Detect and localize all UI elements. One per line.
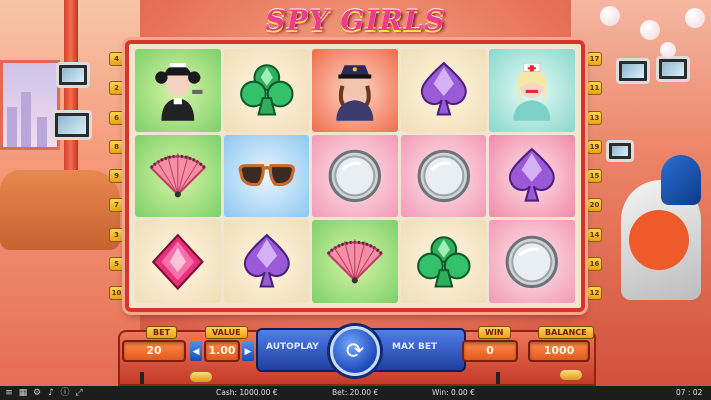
payline-number: 11 xyxy=(587,81,602,96)
sunglasses-icon xyxy=(224,135,310,218)
payline-number: 16 xyxy=(587,256,602,271)
egg-chair-seat xyxy=(629,210,689,270)
paytable-icon[interactable]: ▦ xyxy=(18,388,28,398)
purple-spade-gem-icon xyxy=(489,135,575,218)
payline-number: 8 xyxy=(109,139,124,154)
reel-cell xyxy=(223,220,310,303)
pink-fan-icon xyxy=(135,135,221,218)
settings-icon[interactable]: ⚙ xyxy=(32,388,42,398)
value-label: VALUE xyxy=(205,326,248,339)
payline-number: 17 xyxy=(587,52,602,66)
green-club-gem-icon xyxy=(224,49,310,132)
bet-value: 20 xyxy=(122,340,186,362)
payline-number: 7 xyxy=(109,198,124,213)
purple-spade-gem-icon xyxy=(224,220,310,303)
cash-readout: Cash: 1000.00 € xyxy=(216,388,278,397)
spin-arrows-icon: ⟳ xyxy=(345,338,365,364)
reel-cell xyxy=(312,49,398,132)
payline-number: 5 xyxy=(109,256,124,271)
win-label: WIN xyxy=(478,326,511,339)
bet-readout: Bet: 20.00 € xyxy=(332,388,379,397)
clock: 07 : 02 xyxy=(676,388,703,397)
panel-lever xyxy=(140,372,144,384)
monitor-screen xyxy=(56,62,90,88)
purple-spade-gem-icon xyxy=(401,49,487,132)
game-logo: SPY GIRLS xyxy=(265,4,446,37)
reel-cell xyxy=(223,134,310,218)
reel-cell xyxy=(223,49,310,132)
payline-number: 2 xyxy=(109,81,124,96)
payline-number: 12 xyxy=(587,286,602,300)
monitor-screen xyxy=(616,58,650,84)
reel-cell xyxy=(400,49,487,132)
bet-label: BET xyxy=(146,326,178,339)
reel-cell xyxy=(135,134,221,218)
payline-number: 14 xyxy=(587,227,602,242)
status-bar: ≡ ▦ ⚙ ♪ ⓘ ⤢ Cash: 1000.00 € Bet: 20.00 €… xyxy=(0,386,711,400)
payline-number: 9 xyxy=(109,169,124,183)
value-decrease-button[interactable]: ◀ xyxy=(190,341,202,361)
payline-number: 3 xyxy=(109,227,124,242)
pendant-lamp xyxy=(660,42,676,58)
payline-number: 6 xyxy=(109,110,124,125)
nurse-girl-icon xyxy=(489,49,575,132)
coin-value: 1.00 xyxy=(204,340,240,362)
fullscreen-icon[interactable]: ⤢ xyxy=(74,388,84,398)
orange-couch xyxy=(0,170,120,250)
monitor-screen xyxy=(606,140,634,162)
monitor-screen xyxy=(52,110,92,140)
max-bet-button[interactable]: MAX BET xyxy=(392,342,437,352)
balance-value: 1000 xyxy=(528,340,590,362)
compact-mirror-icon xyxy=(312,135,398,218)
maid-girl-icon xyxy=(135,49,221,132)
reel-cell xyxy=(135,220,221,303)
paylines-right: 17 11 13 19 15 20 14 16 12 xyxy=(587,52,602,300)
green-club-gem-icon xyxy=(401,220,487,303)
reels-frame xyxy=(125,40,585,312)
payline-number: 19 xyxy=(587,139,602,154)
hair-dryer xyxy=(661,155,701,205)
win-value: 0 xyxy=(462,340,518,362)
panel-lever xyxy=(496,372,500,384)
balance-label: BALANCE xyxy=(538,326,594,339)
payline-number: 13 xyxy=(587,110,602,125)
autoplay-button[interactable]: AUTOPLAY xyxy=(266,342,319,352)
sound-icon[interactable]: ♪ xyxy=(46,388,56,398)
reel-cell xyxy=(312,220,398,303)
panel-knob xyxy=(560,370,582,380)
info-icon[interactable]: ⓘ xyxy=(60,388,70,398)
monitor-screen xyxy=(656,56,690,82)
win-readout: Win: 0.00 € xyxy=(432,388,475,397)
reels-grid xyxy=(135,49,575,303)
pink-diamond-gem-icon xyxy=(135,220,221,303)
payline-number: 20 xyxy=(587,198,602,213)
menu-icon[interactable]: ≡ xyxy=(4,388,14,398)
payline-number: 15 xyxy=(587,169,602,183)
reel-cell xyxy=(135,49,221,132)
spin-button[interactable]: ⟳ xyxy=(330,326,380,376)
compact-mirror-icon xyxy=(401,135,487,218)
reel-cell xyxy=(400,134,487,218)
reel-cell xyxy=(312,134,398,218)
compact-mirror-icon xyxy=(489,220,575,303)
value-increase-button[interactable]: ▶ xyxy=(242,341,254,361)
city-window xyxy=(0,60,60,150)
reel-cell xyxy=(400,220,487,303)
reel-cell xyxy=(489,220,575,303)
payline-number: 10 xyxy=(109,286,124,300)
police-girl-icon xyxy=(312,49,398,132)
reel-cell xyxy=(489,49,575,132)
pink-fan-icon xyxy=(312,220,398,303)
paylines-left: 4 2 6 8 9 7 3 5 10 xyxy=(109,52,124,300)
payline-number: 4 xyxy=(109,52,124,66)
reel-cell xyxy=(489,134,575,218)
panel-knob xyxy=(190,372,212,382)
